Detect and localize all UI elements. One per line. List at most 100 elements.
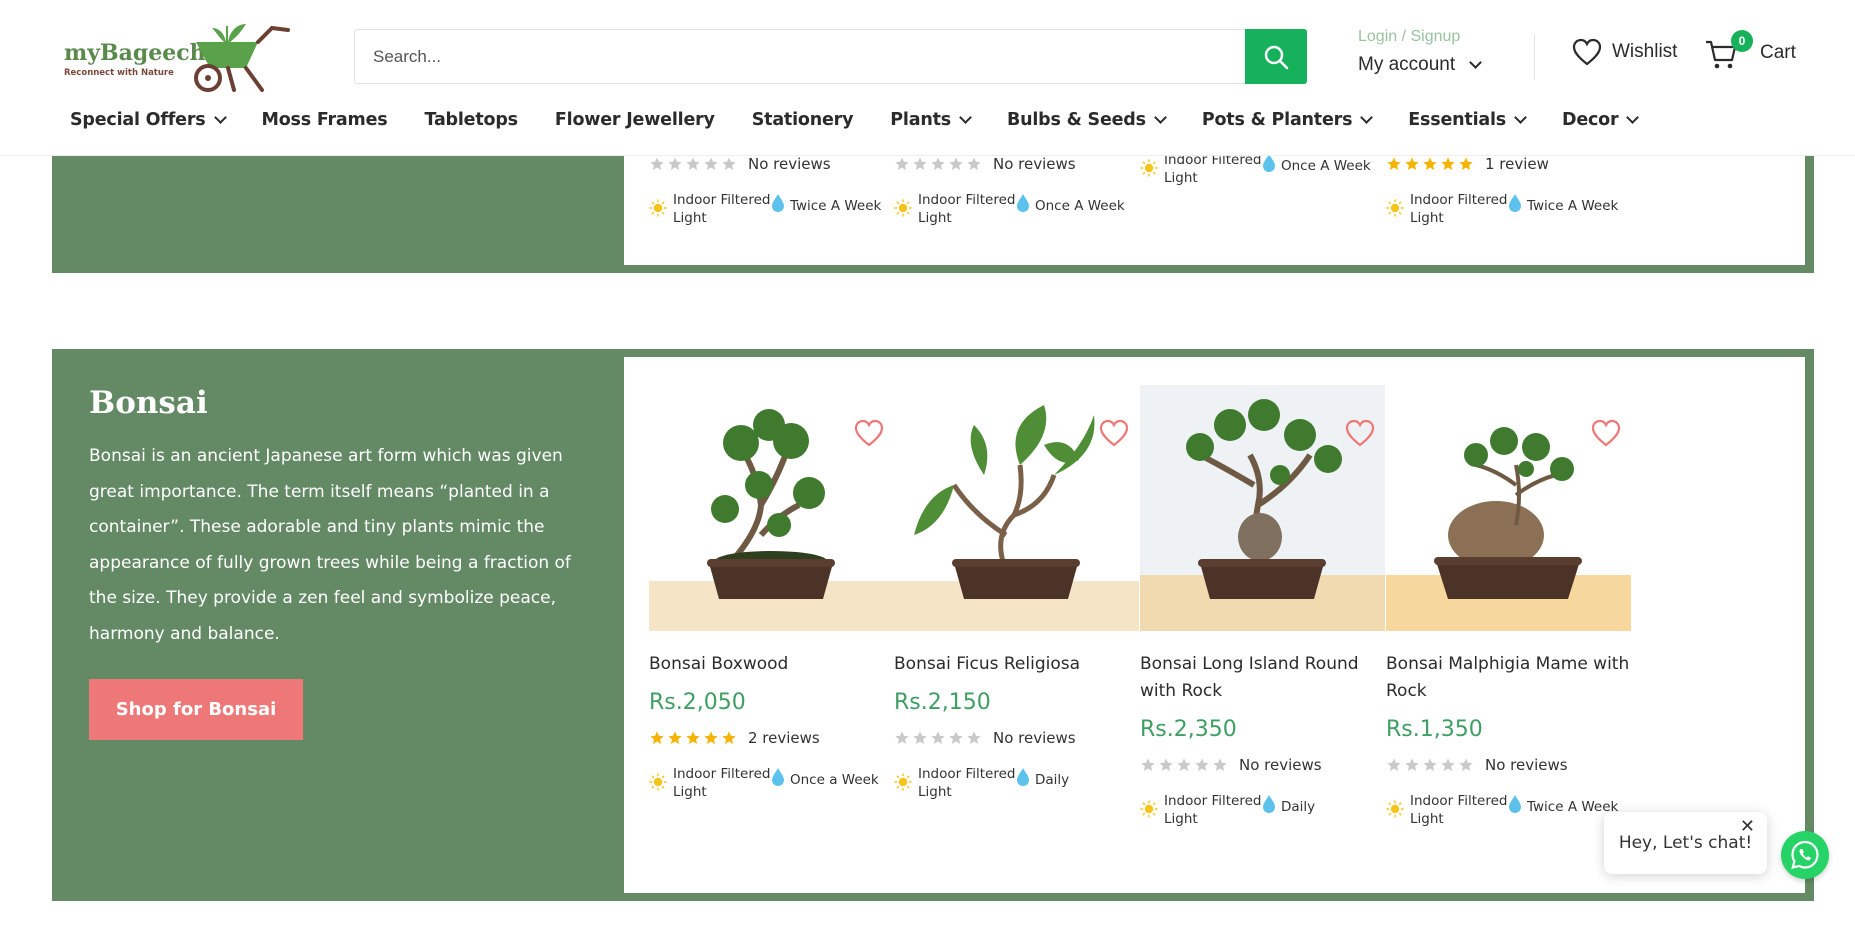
product-name[interactable]: Bonsai Long Island Round with Rock	[1140, 651, 1385, 705]
nav-item-tabletops[interactable]: Tabletops	[424, 110, 518, 130]
star-icon	[1423, 157, 1437, 170]
chat-bubble[interactable]: Hey, Let's chat! ✕	[1604, 812, 1767, 874]
chevron-down-icon	[1626, 111, 1640, 124]
nav-item-flower-jewellery[interactable]: Flower Jewellery	[555, 110, 715, 130]
nav-label: Bulbs & Seeds	[1006, 110, 1146, 130]
nav-item-moss-frames[interactable]: Moss Frames	[262, 110, 388, 130]
sun-icon-svg	[1140, 800, 1158, 818]
whatsapp-icon	[1791, 840, 1819, 870]
star-icon	[895, 157, 909, 170]
product-price: Rs.2,350	[1140, 717, 1237, 742]
nav-item-stationery[interactable]: Stationery	[752, 110, 854, 130]
sun-icon	[649, 773, 667, 796]
product-image[interactable]	[1140, 385, 1385, 631]
product-name[interactable]: Bonsai Boxwood	[649, 651, 894, 678]
chat-text: Hey, Let's chat!	[1618, 833, 1753, 853]
nav-label: Tabletops	[424, 110, 518, 130]
whatsapp-button[interactable]	[1781, 831, 1829, 879]
review-count: No reviews	[993, 729, 1076, 747]
nav-label: Plants	[890, 110, 951, 130]
my-account-dropdown[interactable]: My account	[1358, 54, 1483, 76]
product-price: Rs.2,050	[649, 690, 746, 715]
review-count: No reviews	[748, 155, 831, 173]
product-name[interactable]: Bonsai Ficus Religiosa	[894, 651, 1139, 678]
star-icon	[650, 731, 664, 744]
wishlist-heart-icon[interactable]	[1099, 419, 1129, 447]
wishlist-heart-icon[interactable]	[1591, 419, 1621, 447]
product-image[interactable]	[1386, 385, 1631, 631]
star-icon	[1159, 758, 1173, 771]
nav-item-special-offers[interactable]: Special Offers	[70, 110, 227, 130]
sun-icon-svg	[1386, 199, 1404, 217]
review-count: No reviews	[1485, 756, 1568, 774]
light-info: Indoor Filtered Light	[649, 765, 771, 801]
star-icon	[949, 731, 963, 744]
cart-count-badge: 0	[1731, 30, 1753, 52]
light-label: Indoor Filtered Light	[1410, 793, 1508, 827]
wishlist-heart-icon[interactable]	[854, 419, 884, 447]
sun-icon	[1140, 800, 1158, 823]
rating-stars: No reviews	[894, 729, 1139, 747]
product-card: Bonsai Ficus Religiosa Rs.2,150 No revie…	[894, 385, 1139, 801]
product-price: Rs.2,150	[894, 690, 991, 715]
drop-icon-svg	[1509, 194, 1521, 212]
close-icon[interactable]: ✕	[1740, 816, 1755, 837]
light-info: Indoor Filtered Light	[649, 191, 771, 227]
rating-stars: No reviews	[1386, 756, 1631, 774]
search-button[interactable]	[1245, 29, 1307, 84]
water-label: Daily	[1281, 798, 1316, 815]
review-count: 1 review	[1485, 155, 1549, 173]
drop-icon-svg	[1017, 768, 1029, 786]
product-image[interactable]	[894, 385, 1139, 631]
water-drop-icon	[1016, 193, 1030, 218]
sun-icon-svg	[894, 199, 912, 217]
search-input[interactable]	[355, 30, 1245, 83]
light-label: Indoor Filtered Light	[1164, 793, 1262, 827]
nav-item-decor[interactable]: Decor	[1562, 110, 1640, 130]
product-image[interactable]	[649, 385, 894, 631]
wishlist-link[interactable]: Wishlist	[1572, 38, 1677, 66]
water-drop-icon	[771, 767, 785, 792]
star-icon	[1195, 758, 1209, 771]
star-icon	[1177, 758, 1191, 771]
nav-item-plants[interactable]: Plants	[890, 110, 972, 130]
product-name[interactable]: Bonsai Malphigia Mame with Rock	[1386, 651, 1631, 705]
wishlist-heart-icon[interactable]	[1345, 419, 1375, 447]
drop-icon-svg	[1509, 795, 1521, 813]
nav-label: Pots & Planters	[1201, 110, 1353, 130]
water-label: Daily	[1035, 771, 1070, 788]
nav-label: Stationery	[751, 110, 854, 130]
nav-label: Essentials	[1408, 110, 1506, 130]
light-label: Indoor Filtered Light	[1164, 152, 1262, 186]
star-icon	[967, 731, 981, 744]
care-info: Indoor Filtered Light Twice A Week	[649, 191, 894, 227]
review-count: 2 reviews	[748, 729, 820, 747]
star-icon	[704, 731, 718, 744]
drop-icon-svg	[1263, 795, 1275, 813]
login-signup-link[interactable]: Login / Signup	[1358, 28, 1480, 46]
water-drop-icon	[1262, 153, 1276, 178]
care-info: Indoor Filtered Light Once a Week	[649, 765, 894, 801]
star-icon	[1459, 758, 1473, 771]
rating-stars: 1 review	[1386, 155, 1631, 173]
sun-icon	[894, 199, 912, 222]
water-label: Twice A Week	[790, 197, 882, 214]
light-info: Indoor Filtered Light	[1386, 191, 1508, 227]
water-drop-icon	[1016, 767, 1030, 792]
main-nav: Special Offers Moss Frames Tabletops Flo…	[70, 110, 1674, 130]
shop-for-bonsai-button[interactable]: Shop for Bonsai	[89, 679, 303, 740]
cart-link[interactable]: 0 Cart	[1704, 30, 1796, 70]
water-info: Twice A Week	[1508, 193, 1618, 218]
collection-description: Bonsai is an ancient Japanese art form w…	[89, 446, 571, 644]
sun-icon-svg	[649, 773, 667, 791]
rating-stars: 2 reviews	[649, 729, 894, 747]
water-label: Twice A Week	[1527, 798, 1619, 815]
star-icon	[1459, 157, 1473, 170]
chevron-down-icon	[1469, 56, 1483, 69]
nav-item-essentials[interactable]: Essentials	[1408, 110, 1527, 130]
product-card: Indoor Filtered Light Once A Week	[1140, 151, 1385, 187]
wheelbarrow-icon	[194, 24, 290, 92]
brand-logo[interactable]: myBageecha Reconnect with Nature	[60, 18, 300, 94]
nav-item-bulbs-seeds[interactable]: Bulbs & Seeds	[1006, 110, 1167, 130]
nav-item-pots-planters[interactable]: Pots & Planters	[1201, 110, 1374, 130]
